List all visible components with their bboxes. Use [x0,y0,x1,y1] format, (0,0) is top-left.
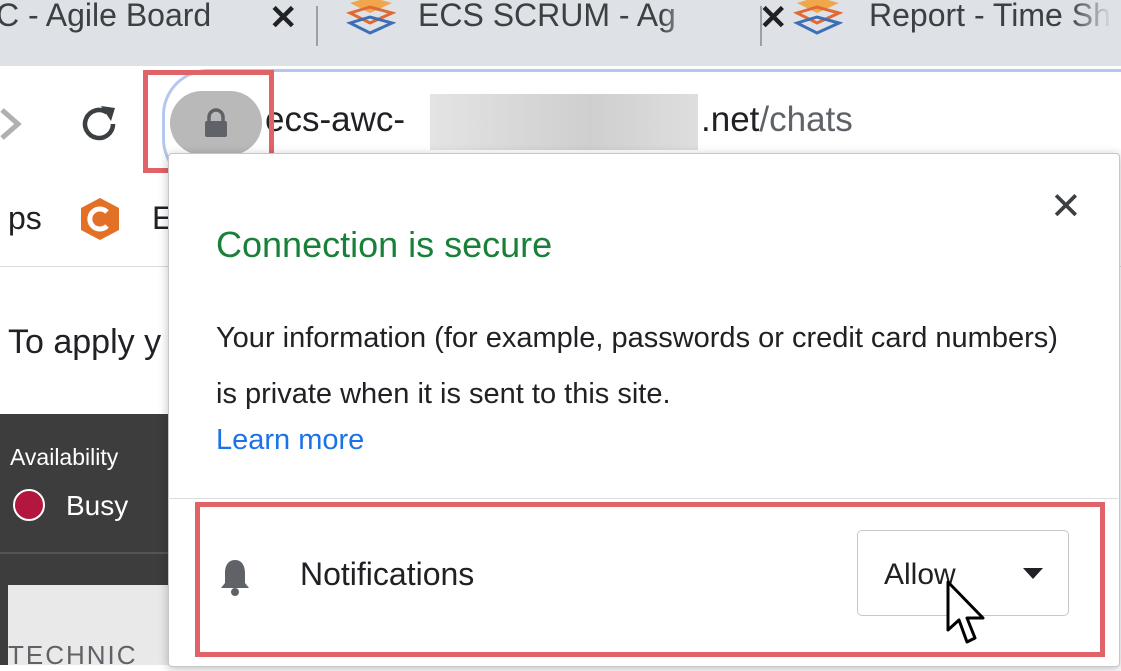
url-domain: .net [701,100,760,139]
url-prefix: ecs-awc- [265,100,406,139]
tab-separator [316,6,318,46]
url-suffix: .net/chats [701,100,853,140]
tab-fade [660,0,720,66]
tab-title: C - Agile Board [0,0,212,33]
tab-ecs-scrum[interactable]: ECS SCRUM - Ag [346,0,706,66]
close-icon[interactable]: ✕ [759,0,788,37]
availability-label: Availability [10,444,119,470]
cursor-arrow-icon [946,580,985,644]
tab-fade [1070,0,1121,66]
section-label: TECHNIC [8,640,138,670]
status-label[interactable]: Busy [66,490,128,522]
status-indicator-icon[interactable] [13,489,45,521]
popup-description: Your information (for example, passwords… [216,322,1058,410]
popup-title: Connection is secure [216,224,553,265]
bookmark-apps[interactable]: ps [8,200,42,237]
url-path: /chats [759,100,853,139]
site-favicon [346,0,396,35]
page-instruction-text: To apply y [8,323,162,361]
bookmark-favicon[interactable] [77,196,123,242]
close-icon[interactable]: ✕ [269,0,298,37]
tab-title: ECS SCRUM - Ag [418,0,676,33]
learn-more-link[interactable]: Learn more [216,424,364,457]
back-icon[interactable] [0,104,30,144]
tab-strip: C - Agile Board ✕ ECS SCRUM - Ag ✕ Repor… [0,0,1121,66]
site-favicon [793,0,843,35]
close-icon[interactable]: ✕ [1050,188,1082,226]
url-redacted [430,94,698,150]
popup-divider [168,498,1118,499]
tab-separator [760,6,762,46]
reload-icon[interactable] [75,100,123,148]
